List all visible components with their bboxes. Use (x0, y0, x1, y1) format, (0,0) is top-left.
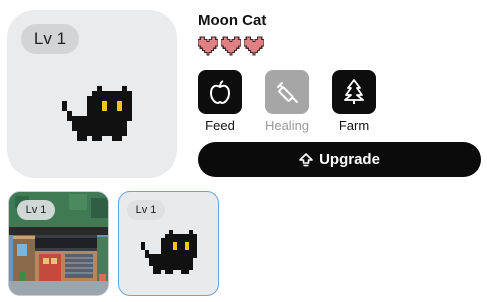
upgrade-button[interactable]: Upgrade (198, 142, 481, 177)
apple-icon (209, 80, 231, 104)
health-hearts (198, 36, 264, 56)
feed-label: Feed (205, 118, 235, 133)
pet-portrait: Lv 1 (7, 10, 177, 178)
cat-thumbnail[interactable]: Lv 1 (118, 191, 219, 296)
tree-icon (344, 79, 364, 104)
thumbnail-level-badge: Lv 1 (127, 200, 165, 220)
pet-name: Moon Cat (198, 12, 267, 29)
house-thumbnail[interactable]: Lv 1 (8, 191, 109, 296)
feed-action[interactable]: Feed (190, 70, 250, 133)
upgrade-label: Upgrade (319, 151, 380, 168)
thumbnail-level-badge: Lv 1 (17, 200, 55, 220)
upgrade-arrow-icon (299, 152, 313, 166)
moon-cat-sprite (62, 86, 132, 141)
farm-button[interactable] (332, 70, 376, 114)
moon-cat-mini-sprite (141, 230, 197, 274)
healing-label: Healing (264, 118, 310, 133)
action-bar: Feed Healing Farm (198, 70, 380, 133)
heart-icon (198, 36, 218, 56)
level-badge: Lv 1 (21, 24, 79, 54)
healing-button[interactable] (265, 70, 309, 114)
healing-action[interactable]: Healing (257, 70, 317, 133)
heart-icon (244, 36, 264, 56)
farm-action[interactable]: Farm (324, 70, 384, 133)
farm-label: Farm (338, 118, 370, 133)
heart-icon (221, 36, 241, 56)
feed-button[interactable] (198, 70, 242, 114)
syringe-icon (277, 82, 298, 103)
